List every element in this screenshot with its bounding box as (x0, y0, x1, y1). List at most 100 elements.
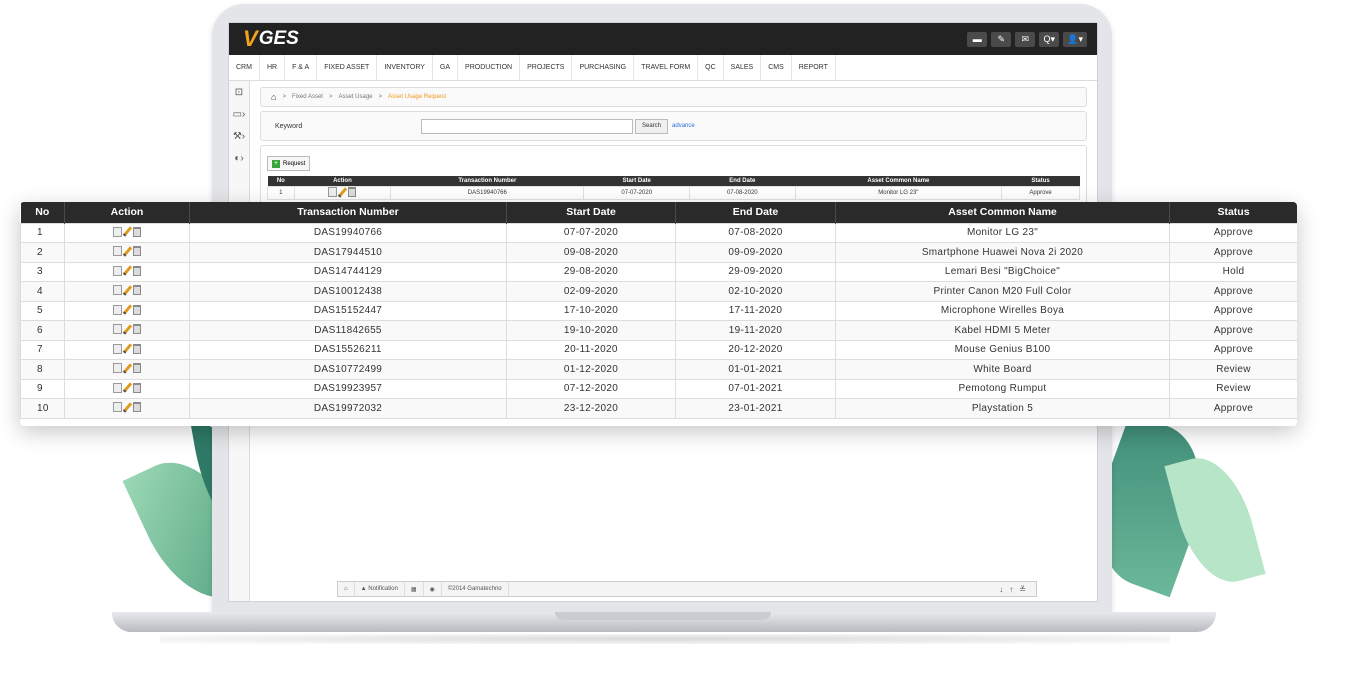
delete-icon[interactable] (133, 285, 141, 295)
menu-item-inventory[interactable]: INVENTORY (377, 54, 433, 81)
mini-table-row[interactable]: 1 DAS19940766 07-07-2020 07-08-2020 Monitor … (267, 185, 1080, 200)
menu-item-fixed-asset[interactable]: FIXED ASSET (317, 54, 378, 81)
arrow-down-icon[interactable]: ↓ (999, 585, 1003, 594)
table-row[interactable]: 10 DAS19972032 23-12-2020 23-01-2021 Playsta… (20, 398, 1297, 419)
footer-home-icon[interactable]: ⌂ (338, 582, 355, 596)
view-icon[interactable] (113, 265, 122, 276)
delete-icon[interactable] (133, 363, 141, 373)
user-icon[interactable]: 👤▾ (1063, 31, 1087, 47)
column-header[interactable]: Status (1169, 202, 1297, 223)
cell-action (64, 320, 190, 341)
view-icon[interactable] (113, 363, 122, 373)
delete-icon[interactable] (348, 187, 357, 197)
view-icon[interactable] (113, 324, 122, 334)
edit-icon[interactable] (122, 343, 133, 354)
globe-menu-icon[interactable]: ◐› (234, 153, 243, 164)
row-actions (113, 362, 141, 374)
column-header[interactable]: Asset Common Name (835, 202, 1170, 223)
delete-icon[interactable] (133, 226, 141, 237)
globe-icon[interactable]: ◉ (424, 582, 442, 596)
view-icon[interactable] (113, 246, 122, 256)
view-icon[interactable] (113, 285, 122, 295)
cell-no: 8 (20, 359, 65, 380)
dashboard-icon[interactable]: ⊡ (235, 87, 243, 98)
table-row[interactable]: 9 DAS19923957 07-12-2020 07-01-2021 Pemotong… (20, 378, 1297, 399)
wrench-icon[interactable]: ✎ (991, 31, 1012, 47)
request-button[interactable]: + Request (267, 156, 311, 171)
menu-item-sales[interactable]: SALES (724, 54, 762, 81)
delete-icon[interactable] (133, 382, 141, 393)
breadcrumb-asset-usage[interactable]: Asset Usage (338, 94, 372, 100)
menu-item-crm[interactable]: CRM (229, 54, 260, 81)
search-icon[interactable]: Q▾ (1039, 31, 1060, 47)
advance-search-link[interactable]: advance (672, 123, 695, 129)
table-row[interactable]: 4 DAS10012438 02-09-2020 02-10-2020 Printer … (20, 281, 1297, 302)
view-icon[interactable] (113, 402, 122, 412)
folder-icon[interactable]: ▬ (967, 31, 988, 47)
menu-item-qc[interactable]: QC (698, 54, 724, 81)
column-header[interactable]: Action (64, 202, 190, 223)
table-row[interactable]: 3 DAS14744129 29-08-2020 29-09-2020 Lemari B… (20, 261, 1297, 282)
column-header[interactable]: Start Date (506, 202, 676, 223)
menu-item-report[interactable]: REPORT (792, 54, 836, 81)
edit-icon[interactable] (122, 245, 133, 257)
edit-icon[interactable] (122, 265, 133, 276)
table-row[interactable]: 5 DAS15152447 17-10-2020 17-11-2020 Micropho… (20, 300, 1297, 321)
breadcrumb-separator: > (328, 94, 333, 100)
delete-icon[interactable] (133, 246, 141, 256)
delete-icon[interactable] (133, 402, 141, 412)
search-button[interactable]: Search (635, 118, 669, 134)
menu-item-ga[interactable]: GA (433, 54, 459, 81)
collapse-icon[interactable]: ≚ (1019, 585, 1026, 594)
breadcrumb-fixed-asset[interactable]: Fixed Asset (292, 94, 323, 100)
table-row[interactable]: 6 DAS11842655 19-10-2020 19-11-2020 Kabel HD… (20, 320, 1297, 341)
delete-icon[interactable] (133, 343, 141, 354)
mail-icon[interactable]: ✉ (1015, 31, 1036, 47)
row-actions (113, 323, 141, 335)
column-header[interactable]: Transaction Number (189, 202, 507, 223)
edit-icon[interactable] (338, 186, 348, 198)
view-icon[interactable] (113, 226, 122, 237)
row-actions (113, 284, 141, 296)
menu-item-production[interactable]: PRODUCTION (458, 54, 521, 81)
menu-item-projects[interactable]: PROJECTS (520, 54, 573, 81)
table-row[interactable]: 2 DAS17944510 09-08-2020 09-09-2020 Smartpho… (20, 242, 1297, 263)
view-icon[interactable] (113, 382, 122, 393)
document-icon[interactable]: ▦ (405, 582, 424, 596)
menu-item-hr[interactable]: HR (260, 54, 286, 81)
edit-icon[interactable] (122, 284, 133, 296)
app-logo[interactable]: V GES (243, 26, 299, 52)
arrow-up-icon[interactable]: ↑ (1009, 585, 1013, 594)
mini-cell-no: 1 (267, 185, 295, 200)
view-icon[interactable] (113, 343, 122, 354)
menu-item-travel-form[interactable]: TRAVEL FORM (634, 54, 699, 81)
menu-item-purchasing[interactable]: PURCHASING (572, 54, 635, 81)
cell-asset: Mouse Genius B100 (835, 339, 1170, 360)
edit-icon[interactable] (122, 304, 133, 315)
column-header[interactable]: End Date (675, 202, 836, 223)
cell-trx: DAS19923957 (189, 378, 507, 399)
edit-icon[interactable] (122, 226, 133, 237)
edit-icon[interactable] (122, 382, 133, 393)
home-icon[interactable]: ⌂ (271, 92, 276, 102)
table-row[interactable]: 7 DAS15526211 20-11-2020 20-12-2020 Mouse Ge… (20, 339, 1297, 360)
cell-trx: DAS15526211 (189, 339, 507, 360)
delete-icon[interactable] (133, 304, 141, 315)
view-icon[interactable] (328, 187, 338, 197)
notification-button[interactable]: ▲ Notification (355, 582, 405, 596)
table-row[interactable]: 8 DAS10772499 01-12-2020 01-01-2021 White Bo… (20, 359, 1297, 380)
keyword-input[interactable] (421, 118, 633, 134)
edit-icon[interactable] (122, 401, 133, 413)
edit-icon[interactable] (122, 362, 133, 374)
delete-icon[interactable] (133, 324, 141, 334)
cell-status: Review (1169, 359, 1297, 380)
menu-item-f-a[interactable]: F & A (285, 54, 318, 81)
view-icon[interactable] (113, 304, 122, 315)
menu-item-cms[interactable]: CMS (761, 54, 792, 81)
column-header[interactable]: No (20, 202, 65, 223)
table-row[interactable]: 1 DAS19940766 07-07-2020 07-08-2020 Monitor … (20, 222, 1297, 243)
desktop-icon[interactable]: ▭› (233, 109, 246, 120)
delete-icon[interactable] (133, 265, 141, 276)
tools-icon[interactable]: ⚒› (233, 131, 245, 142)
edit-icon[interactable] (122, 323, 133, 335)
